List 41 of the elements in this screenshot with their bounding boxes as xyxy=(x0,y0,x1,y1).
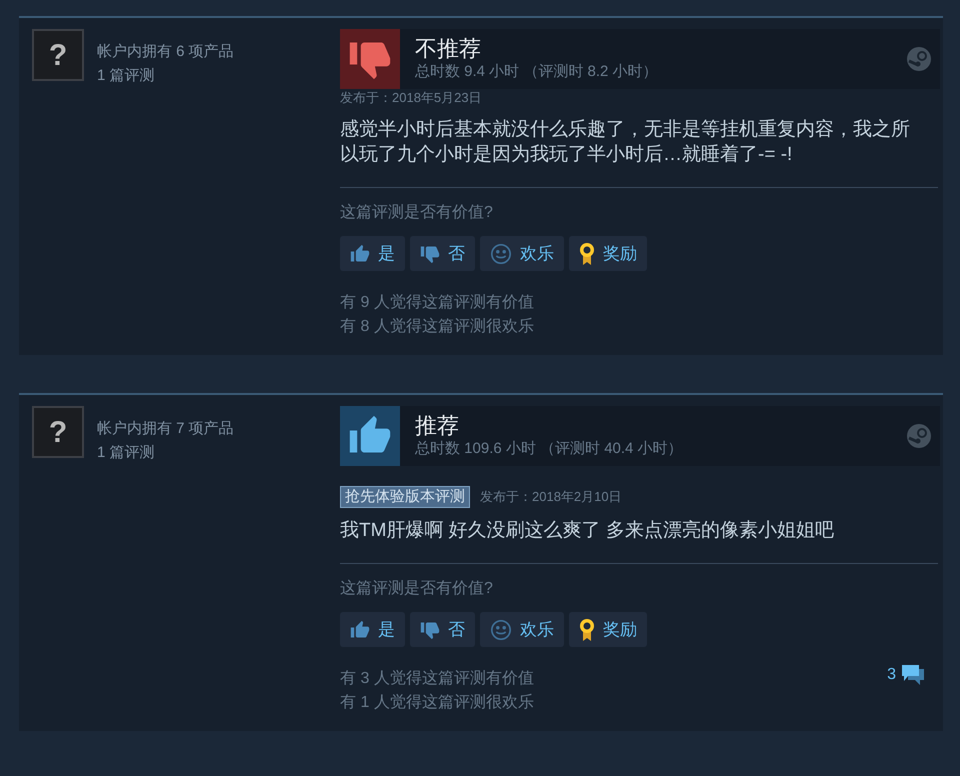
playtime: 总时数 109.6 小时 （评测时 40.4 小时） xyxy=(415,439,684,459)
vote-summary: 有 8 人觉得这篇评测很欢乐 xyxy=(340,316,534,337)
vote-summary: 有 3 人觉得这篇评测有价值 xyxy=(340,668,534,689)
steam-logo-icon xyxy=(906,423,932,449)
funny-button[interactable]: 欢乐 xyxy=(480,236,564,271)
thumbs-down-icon xyxy=(420,620,440,640)
post-date: 发布于：2018年2月10日 xyxy=(480,488,622,506)
no-button[interactable]: 否 xyxy=(410,612,475,647)
post-date: 发布于：2018年5月23日 xyxy=(340,89,482,107)
funny-button[interactable]: 欢乐 xyxy=(480,612,564,647)
yes-button[interactable]: 是 xyxy=(340,612,405,647)
vote-summary: 有 9 人觉得这篇评测有价值 xyxy=(340,292,534,313)
award-ribbon-icon xyxy=(579,242,595,266)
thumbs-up-icon xyxy=(350,620,370,640)
award-button[interactable]: 奖励 xyxy=(569,612,647,647)
speech-bubbles-icon[interactable] xyxy=(900,663,926,687)
helpful-question: 这篇评测是否有价值? xyxy=(340,202,494,223)
smiley-icon xyxy=(490,242,512,264)
avatar[interactable]: ? xyxy=(32,29,84,81)
early-access-tag: 抢先体验版本评测 xyxy=(340,486,470,508)
verdict-title: 不推荐 xyxy=(415,36,482,62)
vote-summary: 有 1 人觉得这篇评测很欢乐 xyxy=(340,692,534,713)
no-button[interactable]: 否 xyxy=(410,236,475,271)
review-count: 1 篇评测 xyxy=(97,66,156,86)
thumbs-down-icon xyxy=(420,244,440,264)
helpful-question: 这篇评测是否有价值? xyxy=(340,578,494,599)
award-button[interactable]: 奖励 xyxy=(569,236,647,271)
review-text: 感觉半小时后基本就没什么乐趣了，无非是等挂机重复内容，我之所以玩了九个小时是因为我玩了半小时后…就睡着了-= -! xyxy=(340,118,911,167)
verdict-title: 推荐 xyxy=(415,413,460,439)
review-text: 我TM肝爆啊 好久没刷这么爽了 多来点漂亮的像素小姐姐吧 xyxy=(340,519,835,543)
playtime: 总时数 9.4 小时 （评测时 8.2 小时） xyxy=(415,62,659,82)
thumbs-up-icon xyxy=(350,244,370,264)
review-count: 1 篇评测 xyxy=(97,443,156,463)
avatar[interactable]: ? xyxy=(32,406,84,458)
steam-logo-icon xyxy=(906,46,932,72)
smiley-icon xyxy=(490,618,512,640)
owned-products-count: 帐户内拥有 6 项产品 xyxy=(97,42,234,62)
comment-count[interactable]: 3 xyxy=(887,663,896,687)
owned-products-count: 帐户内拥有 7 项产品 xyxy=(97,419,234,439)
award-ribbon-icon xyxy=(579,618,595,642)
yes-button[interactable]: 是 xyxy=(340,236,405,271)
